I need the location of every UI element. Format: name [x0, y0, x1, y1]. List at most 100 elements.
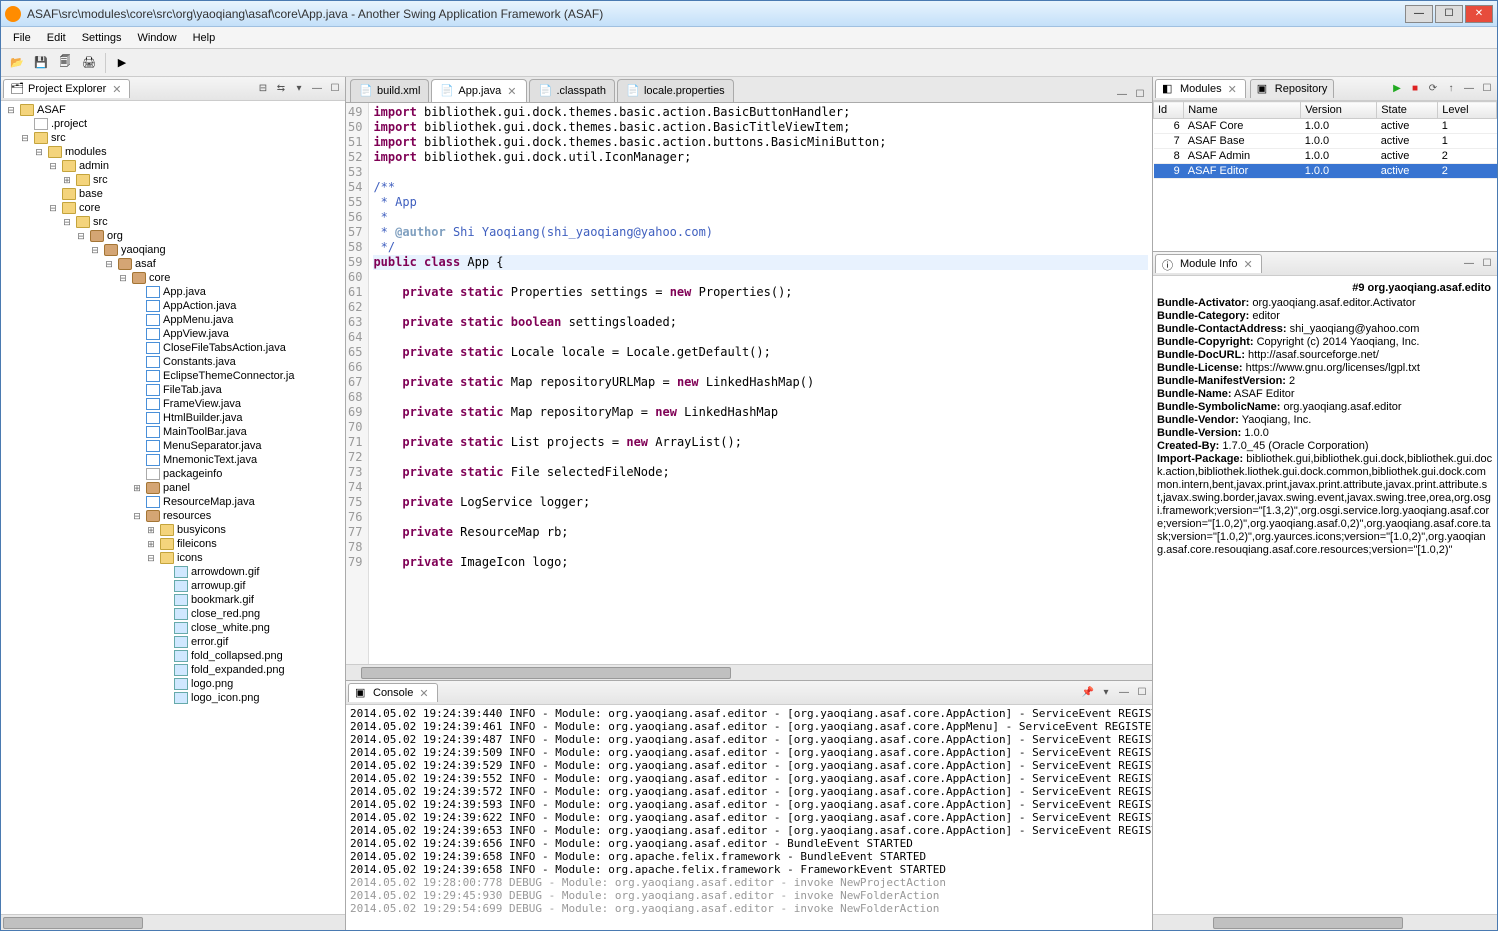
editor-tab--classpath[interactable]: 📄.classpath: [529, 79, 615, 102]
refresh-icon[interactable]: ⟳: [1425, 81, 1441, 97]
tree-toggle-icon[interactable]: ⊟: [89, 245, 101, 256]
tree-node-logo-icon-png[interactable]: logo_icon.png: [3, 691, 343, 705]
moduleinfo-hscroll[interactable]: [1153, 914, 1497, 930]
tree-node-constants-java[interactable]: Constants.java: [3, 355, 343, 369]
maximize-view-icon[interactable]: ☐: [327, 81, 343, 97]
editor-tab-build-xml[interactable]: 📄build.xml: [350, 79, 429, 102]
console-output[interactable]: 2014.05.02 19:24:39:440 INFO - Module: o…: [346, 705, 1152, 930]
minimize-view-icon[interactable]: —: [1116, 685, 1132, 701]
tree-node-fold-expanded-png[interactable]: fold_expanded.png: [3, 663, 343, 677]
tree-node-core[interactable]: ⊟core: [3, 201, 343, 215]
tree-toggle-icon[interactable]: ⊞: [61, 175, 73, 186]
tree-node-src[interactable]: ⊟src: [3, 131, 343, 145]
close-button[interactable]: ✕: [1465, 5, 1493, 23]
console-menu-icon[interactable]: ▾: [1098, 685, 1114, 701]
tree-toggle-icon[interactable]: ⊟: [103, 259, 115, 270]
tree-node-panel[interactable]: ⊞panel: [3, 481, 343, 495]
tree-node-close-red-png[interactable]: close_red.png: [3, 607, 343, 621]
console-tab[interactable]: ▣ Console ✕: [348, 683, 438, 702]
col-version[interactable]: Version: [1301, 102, 1377, 119]
editor-maximize-icon[interactable]: ☐: [1132, 86, 1148, 102]
tree-toggle-icon[interactable]: ⊟: [47, 203, 59, 214]
print-icon[interactable]: 🖨: [79, 53, 99, 73]
col-name[interactable]: Name: [1184, 102, 1301, 119]
stop-icon[interactable]: ■: [1407, 81, 1423, 97]
maximize-button[interactable]: ☐: [1435, 5, 1463, 23]
tree-node-mnemonictext-java[interactable]: MnemonicText.java: [3, 453, 343, 467]
tree-toggle-icon[interactable]: ⊟: [5, 105, 17, 116]
play-icon[interactable]: ▶: [1389, 81, 1405, 97]
tree-node-src[interactable]: ⊟src: [3, 215, 343, 229]
tree-node-eclipsethemeconnector-ja[interactable]: EclipseThemeConnector.ja: [3, 369, 343, 383]
close-icon[interactable]: ✕: [417, 687, 430, 700]
tree-node-bookmark-gif[interactable]: bookmark.gif: [3, 593, 343, 607]
tree-node-appview-java[interactable]: AppView.java: [3, 327, 343, 341]
menu-help[interactable]: Help: [185, 30, 224, 46]
module-row-7[interactable]: 7ASAF Base1.0.0active1: [1154, 134, 1497, 149]
tree-node-appmenu-java[interactable]: AppMenu.java: [3, 313, 343, 327]
col-level[interactable]: Level: [1438, 102, 1497, 119]
editor-tab-locale-properties[interactable]: 📄locale.properties: [617, 79, 734, 102]
tree-node-maintoolbar-java[interactable]: MainToolBar.java: [3, 425, 343, 439]
close-icon[interactable]: ✕: [505, 85, 518, 98]
tree-node-src[interactable]: ⊞src: [3, 173, 343, 187]
tree-node-menuseparator-java[interactable]: MenuSeparator.java: [3, 439, 343, 453]
code-editor[interactable]: 4950515253545556575859606162636465666768…: [346, 103, 1152, 664]
tree-node--project[interactable]: .project: [3, 117, 343, 131]
close-icon[interactable]: ✕: [110, 83, 123, 96]
tree-node-app-java[interactable]: App.java: [3, 285, 343, 299]
link-editor-icon[interactable]: ⇆: [273, 81, 289, 97]
tree-node-busyicons[interactable]: ⊞busyicons: [3, 523, 343, 537]
tree-node-core[interactable]: ⊟core: [3, 271, 343, 285]
tree-node-arrowup-gif[interactable]: arrowup.gif: [3, 579, 343, 593]
maximize-view-icon[interactable]: ☐: [1134, 685, 1150, 701]
pin-console-icon[interactable]: 📌: [1080, 685, 1096, 701]
tree-node-base[interactable]: base: [3, 187, 343, 201]
tree-node-fileicons[interactable]: ⊞fileicons: [3, 537, 343, 551]
tree-toggle-icon[interactable]: ⊟: [75, 231, 87, 242]
save-icon[interactable]: 💾: [31, 53, 51, 73]
tree-node-htmlbuilder-java[interactable]: HtmlBuilder.java: [3, 411, 343, 425]
maximize-view-icon[interactable]: ☐: [1479, 81, 1495, 97]
tree-node-resources[interactable]: ⊟resources: [3, 509, 343, 523]
view-menu-icon[interactable]: ▾: [291, 81, 307, 97]
module-info-content[interactable]: #9 org.yaoqiang.asaf.edito Bundle-Activa…: [1153, 276, 1497, 914]
tree-toggle-icon[interactable]: ⊟: [61, 217, 73, 228]
collapse-all-icon[interactable]: ⊟: [255, 81, 271, 97]
tree-toggle-icon[interactable]: ⊟: [19, 133, 31, 144]
close-icon[interactable]: ✕: [1241, 258, 1254, 271]
minimize-view-icon[interactable]: —: [1461, 256, 1477, 272]
run-icon[interactable]: ▶: [112, 53, 132, 73]
project-explorer-tab[interactable]: 🗂 Project Explorer ✕: [3, 79, 130, 98]
col-state[interactable]: State: [1377, 102, 1438, 119]
maximize-view-icon[interactable]: ☐: [1479, 256, 1495, 272]
tree-node-arrowdown-gif[interactable]: arrowdown.gif: [3, 565, 343, 579]
tree-node-modules[interactable]: ⊟modules: [3, 145, 343, 159]
module-row-6[interactable]: 6ASAF Core1.0.0active1: [1154, 119, 1497, 134]
module-row-9[interactable]: 9ASAF Editor1.0.0active2: [1154, 164, 1497, 179]
module-info-tab[interactable]: ⓘ Module Info ✕: [1155, 254, 1262, 273]
repository-tab[interactable]: ▣ Repository: [1250, 79, 1335, 98]
tree-hscroll[interactable]: [1, 914, 345, 930]
up-icon[interactable]: ↑: [1443, 81, 1459, 97]
open-icon[interactable]: 📂: [7, 53, 27, 73]
tree-toggle-icon[interactable]: ⊞: [145, 539, 157, 550]
tree-node-appaction-java[interactable]: AppAction.java: [3, 299, 343, 313]
tree-node-asaf[interactable]: ⊟asaf: [3, 257, 343, 271]
tree-node-filetab-java[interactable]: FileTab.java: [3, 383, 343, 397]
minimize-view-icon[interactable]: —: [309, 81, 325, 97]
minimize-button[interactable]: —: [1405, 5, 1433, 23]
save-all-icon[interactable]: 🗐: [55, 53, 75, 73]
editor-tab-app-java[interactable]: 📄App.java✕: [431, 79, 527, 102]
menu-edit[interactable]: Edit: [39, 30, 74, 46]
tree-node-org[interactable]: ⊟org: [3, 229, 343, 243]
tree-node-resourcemap-java[interactable]: ResourceMap.java: [3, 495, 343, 509]
tree-node-closefiletabsaction-java[interactable]: CloseFileTabsAction.java: [3, 341, 343, 355]
menu-window[interactable]: Window: [129, 30, 184, 46]
tree-node-close-white-png[interactable]: close_white.png: [3, 621, 343, 635]
tree-node-error-gif[interactable]: error.gif: [3, 635, 343, 649]
tree-toggle-icon[interactable]: ⊟: [145, 553, 157, 564]
tree-toggle-icon[interactable]: ⊞: [131, 483, 143, 494]
tree-toggle-icon[interactable]: ⊟: [117, 273, 129, 284]
editor-hscroll[interactable]: [346, 664, 1152, 680]
